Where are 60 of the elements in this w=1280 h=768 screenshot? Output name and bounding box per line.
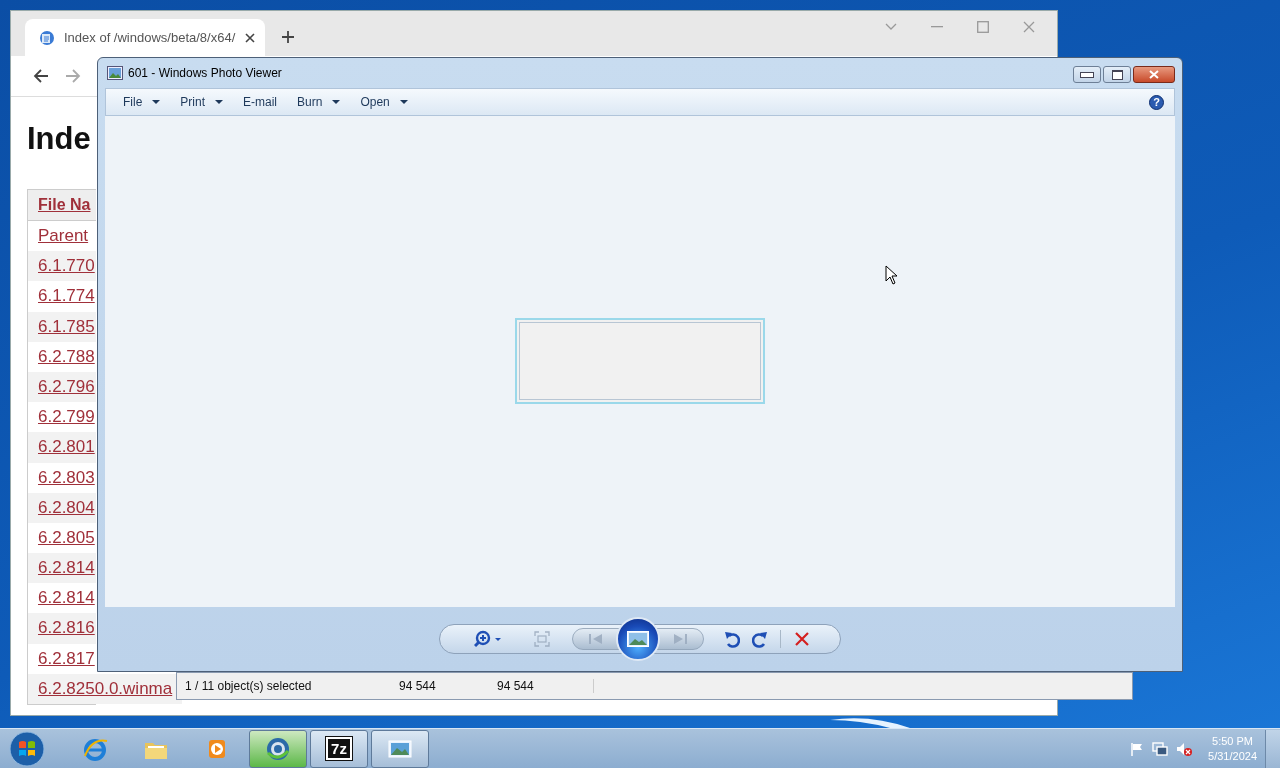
file-link[interactable]: 6.2.796 [28, 371, 96, 403]
show-desktop-button[interactable] [1265, 729, 1280, 768]
page-icon [39, 29, 55, 46]
picture-icon [627, 631, 649, 647]
status-text: 94 544 [497, 679, 594, 693]
taskbar-button[interactable]: 7z [310, 729, 368, 768]
speaker-muted-icon [1176, 741, 1193, 756]
status-text: 1 / 11 object(s) selected [184, 679, 313, 693]
close-icon [1149, 70, 1159, 79]
file-link[interactable]: 6.2.8250.0.winma [28, 673, 183, 704]
file-link[interactable]: 6.2.805 [28, 522, 96, 554]
column-header[interactable]: File Na [28, 190, 96, 221]
globe-icon [265, 735, 291, 762]
file-link[interactable]: 6.2.804 [28, 492, 96, 523]
taskbar-button[interactable] [249, 729, 307, 768]
help-button[interactable]: ? [1149, 94, 1164, 110]
file-link[interactable]: 6.2.803 [28, 462, 96, 493]
file-link[interactable]: 6.2.814 [28, 583, 96, 614]
menu-item[interactable]: Burn [297, 95, 341, 109]
file-link[interactable]: 6.1.774 [28, 281, 96, 312]
file-link[interactable]: 6.1.770 [28, 251, 96, 282]
file-link[interactable]: 6.1.785 [28, 311, 96, 342]
forward-icon[interactable] [65, 69, 81, 83]
file-link[interactable]: 6.2.799 [28, 402, 96, 433]
menu-item[interactable]: File [123, 95, 161, 109]
file-link[interactable]: 6.2.816 [28, 613, 96, 644]
file-link[interactable]: Parent [28, 221, 96, 252]
previous-icon [588, 633, 604, 645]
back-icon[interactable] [33, 69, 49, 83]
maximize-icon[interactable] [977, 21, 989, 33]
rotate-left-icon [724, 630, 740, 648]
network-icon [1152, 741, 1169, 756]
file-link[interactable]: 6.2.788 [28, 341, 96, 372]
minimize-button[interactable] [1073, 66, 1101, 83]
zoom-icon [474, 629, 502, 649]
fit-to-window-icon [534, 631, 550, 647]
flag-icon [1130, 741, 1145, 756]
delete-icon [795, 632, 809, 646]
file-link[interactable]: 6.2.801 [28, 432, 96, 463]
rotate-right-icon [752, 630, 768, 648]
close-icon[interactable] [245, 32, 255, 43]
page-heading: Inde [27, 121, 92, 157]
window-title: 601 - Windows Photo Viewer [128, 66, 283, 80]
start-button[interactable] [8, 729, 46, 768]
menu-item[interactable]: Open [360, 95, 408, 109]
close-button[interactable] [1133, 66, 1175, 83]
cursor-icon [885, 265, 899, 285]
maximize-button[interactable] [1103, 66, 1131, 83]
new-tab-icon[interactable] [281, 30, 295, 44]
slideshow-button[interactable] [616, 617, 660, 661]
file-link[interactable]: 6.2.817 [28, 643, 96, 674]
next-icon [672, 633, 688, 645]
browser-tab[interactable]: Index of /windows/beta/8/x64/ [25, 19, 265, 56]
menu-item[interactable]: E-mail [243, 95, 278, 109]
status-text: 94 544 [399, 679, 437, 693]
taskbar-button[interactable] [371, 729, 429, 768]
chevron-down-icon[interactable] [885, 23, 897, 31]
app-icon [107, 66, 123, 80]
menu-item[interactable]: Print [180, 95, 224, 109]
file-link[interactable]: 6.2.814 [28, 553, 96, 584]
